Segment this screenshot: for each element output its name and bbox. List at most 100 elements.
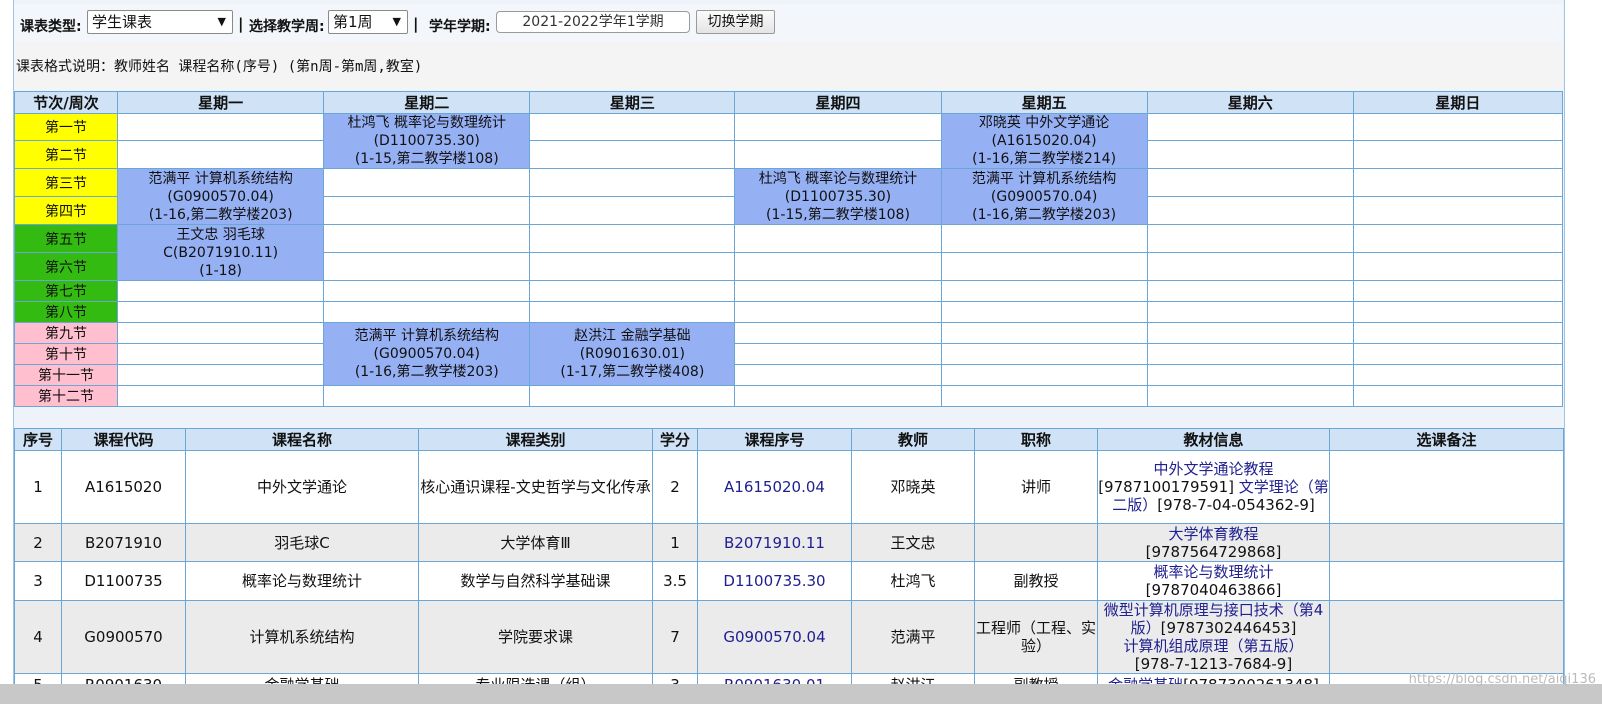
empty-cell bbox=[1352, 196, 1564, 225]
teacher-title bbox=[974, 523, 1098, 562]
period-row: 第五节 王文忠 羽毛球 C(B2071910.11) (1-18) bbox=[13, 224, 1564, 281]
empty-cell bbox=[323, 301, 531, 323]
course-cell[interactable]: 范满平 计算机系统结构 (G0900570.04) (1-16,第二教学楼203… bbox=[940, 168, 1148, 225]
enrollment-note bbox=[1329, 450, 1564, 524]
course-cell[interactable]: 赵洪江 金融学基础 (R0901630.01) (1-17,第二教学楼408) bbox=[529, 322, 736, 386]
column-header: 课程名称 bbox=[185, 428, 419, 451]
textbook-link[interactable]: 大学体育教程 bbox=[1168, 525, 1258, 543]
empty-cell bbox=[1146, 322, 1354, 344]
empty-cell bbox=[1146, 113, 1354, 141]
course-cell[interactable]: 杜鸿飞 概率论与数理统计 (D1100735.30) (1-15,第二教学楼10… bbox=[323, 113, 531, 169]
empty-cell bbox=[734, 301, 942, 323]
timetable-grid: 节次/周次 星期一 星期二 星期三 星期四 星期五 星期六 星期日 第一节 杜鸿… bbox=[13, 91, 1564, 407]
course-seq-link[interactable]: G0900570.04 bbox=[697, 600, 852, 674]
period-label: 第九节 bbox=[13, 322, 119, 344]
day-header: 星期四 bbox=[734, 91, 942, 114]
empty-cell bbox=[940, 364, 1148, 386]
period-row: 第十一节 bbox=[13, 364, 1564, 386]
day-header: 星期一 bbox=[117, 91, 325, 114]
course-cell[interactable]: 邓晓英 中外文学通论 (A1615020.04) (1-16,第二教学楼214) bbox=[940, 113, 1148, 169]
table-row: 4 G0900570 计算机系统结构 学院要求课 7 G0900570.04 范… bbox=[14, 600, 1564, 674]
empty-cell bbox=[323, 168, 531, 197]
column-header: 教材信息 bbox=[1097, 428, 1330, 451]
table-row: 3 D1100735 概率论与数理统计 数学与自然科学基础课 3.5 D1100… bbox=[14, 561, 1564, 601]
course-cell[interactable]: 范满平 计算机系统结构 (G0900570.04) (1-16,第二教学楼203… bbox=[117, 168, 325, 225]
period-row: 第三节 范满平 计算机系统结构 (G0900570.04) (1-16,第二教学… bbox=[13, 168, 1564, 225]
term-field[interactable]: 2021-2022学年1学期 bbox=[496, 11, 690, 33]
period-label: 第十节 bbox=[13, 343, 119, 365]
textbook-info: 微型计算机原理与接口技术（第4版）[9787302446453] 计算机组成原理… bbox=[1097, 600, 1330, 674]
textbook-isbn: [978-7-04-054362-9] bbox=[1157, 496, 1315, 514]
period-row: 第二节 bbox=[13, 140, 1564, 169]
course-seq-link[interactable]: B2071910.11 bbox=[697, 523, 852, 562]
period-label: 第七节 bbox=[13, 280, 119, 302]
course-seq-link[interactable]: A1615020.04 bbox=[697, 450, 852, 524]
empty-cell bbox=[1146, 224, 1354, 253]
empty-cell bbox=[1352, 364, 1564, 386]
day-header: 星期日 bbox=[1352, 91, 1564, 114]
period-row: 第一节 杜鸿飞 概率论与数理统计 (D1100735.30) (1-15,第二教… bbox=[13, 113, 1564, 169]
empty-cell bbox=[323, 196, 531, 225]
textbook-info: 概率论与数理统计 [9787040463866] bbox=[1097, 561, 1330, 601]
empty-cell bbox=[940, 343, 1148, 365]
course-category: 核心通识课程-文史哲学与文化传承 bbox=[418, 450, 653, 524]
textbook-isbn: [9787564729868] bbox=[1145, 542, 1282, 561]
course-cell[interactable]: 杜鸿飞 概率论与数理统计 (D1100735.30) (1-15,第二教学楼10… bbox=[734, 168, 942, 225]
course-line: 范满平 计算机系统结构 bbox=[971, 170, 1117, 187]
course-line: (1-16,第二教学楼214) bbox=[972, 151, 1117, 167]
period-row: 第八节 bbox=[13, 301, 1564, 323]
course-code: D1100735 bbox=[61, 561, 186, 601]
period-label: 第四节 bbox=[13, 196, 119, 225]
empty-cell bbox=[1146, 364, 1354, 386]
format-legend: 课表格式说明：教师姓名 课程名称(序号) (第n周-第m周,教室) bbox=[16, 59, 423, 75]
period-row: 第九节 范满平 计算机系统结构 (G0900570.04) (1-16,第二教学… bbox=[13, 322, 1564, 386]
empty-cell bbox=[1352, 113, 1564, 141]
teacher-name: 范满平 bbox=[851, 600, 975, 674]
empty-cell bbox=[734, 224, 942, 253]
week-value: 第1周 bbox=[333, 13, 373, 31]
course-credit: 1 bbox=[652, 523, 698, 562]
empty-cell bbox=[1146, 280, 1354, 302]
textbook-link[interactable]: 中外文学通论教程 bbox=[1153, 460, 1273, 478]
empty-cell bbox=[734, 252, 942, 281]
empty-cell bbox=[117, 364, 325, 386]
empty-cell bbox=[117, 140, 325, 169]
course-cell[interactable]: 范满平 计算机系统结构 (G0900570.04) (1-16,第二教学楼203… bbox=[323, 322, 531, 386]
term-label: 学年学期: bbox=[429, 19, 491, 35]
empty-cell bbox=[1146, 252, 1354, 281]
schedule-type-select[interactable]: 学生课表 ▼ bbox=[87, 10, 233, 34]
switch-term-button[interactable]: 切换学期 bbox=[696, 10, 775, 34]
column-header: 职称 bbox=[974, 428, 1098, 451]
empty-cell bbox=[323, 252, 531, 281]
chevron-down-icon: ▼ bbox=[217, 15, 226, 28]
course-credit: 2 bbox=[652, 450, 698, 524]
textbook-link[interactable]: 概率论与数理统计 bbox=[1153, 563, 1273, 581]
empty-cell bbox=[117, 113, 325, 141]
textbook-link[interactable]: 计算机组成原理（第五版） bbox=[1123, 637, 1303, 655]
empty-cell bbox=[323, 224, 531, 253]
course-line: (1-18) bbox=[199, 262, 242, 279]
day-header: 星期二 bbox=[323, 91, 531, 114]
textbook-info: 中外文学通论教程 [9787100179591] 文学理论（第二版）[978-7… bbox=[1097, 450, 1330, 524]
column-header: 教师 bbox=[851, 428, 975, 451]
teacher-name: 邓晓英 bbox=[851, 450, 975, 524]
empty-cell bbox=[529, 280, 736, 302]
enrollment-note bbox=[1329, 600, 1564, 674]
period-label: 第十二节 bbox=[13, 385, 119, 407]
empty-cell bbox=[940, 301, 1148, 323]
toolbar: 课表类型: 学生课表 ▼ | 选择教学周: 第1周 ▼ | 学年学期: 2021… bbox=[14, 4, 1563, 43]
course-line: 范满平 计算机系统结构 bbox=[354, 328, 499, 344]
course-cell[interactable]: 王文忠 羽毛球 C(B2071910.11) (1-18) bbox=[117, 224, 325, 281]
week-select[interactable]: 第1周 ▼ bbox=[328, 10, 408, 34]
empty-cell bbox=[323, 280, 531, 302]
day-header: 星期六 bbox=[1146, 91, 1354, 114]
row-number: 3 bbox=[14, 561, 62, 601]
empty-cell bbox=[529, 113, 736, 141]
course-list-header: 序号 课程代码 课程名称 课程类别 学分 课程序号 教师 职称 教材信息 选课备… bbox=[14, 428, 1564, 451]
course-seq-link[interactable]: D1100735.30 bbox=[697, 561, 852, 601]
course-credit: 7 bbox=[652, 600, 698, 674]
column-header: 学分 bbox=[652, 428, 698, 451]
empty-cell bbox=[1146, 140, 1354, 169]
teacher-title: 工程师（工程、实验） bbox=[974, 600, 1098, 674]
period-row: 第七节 bbox=[13, 280, 1564, 302]
